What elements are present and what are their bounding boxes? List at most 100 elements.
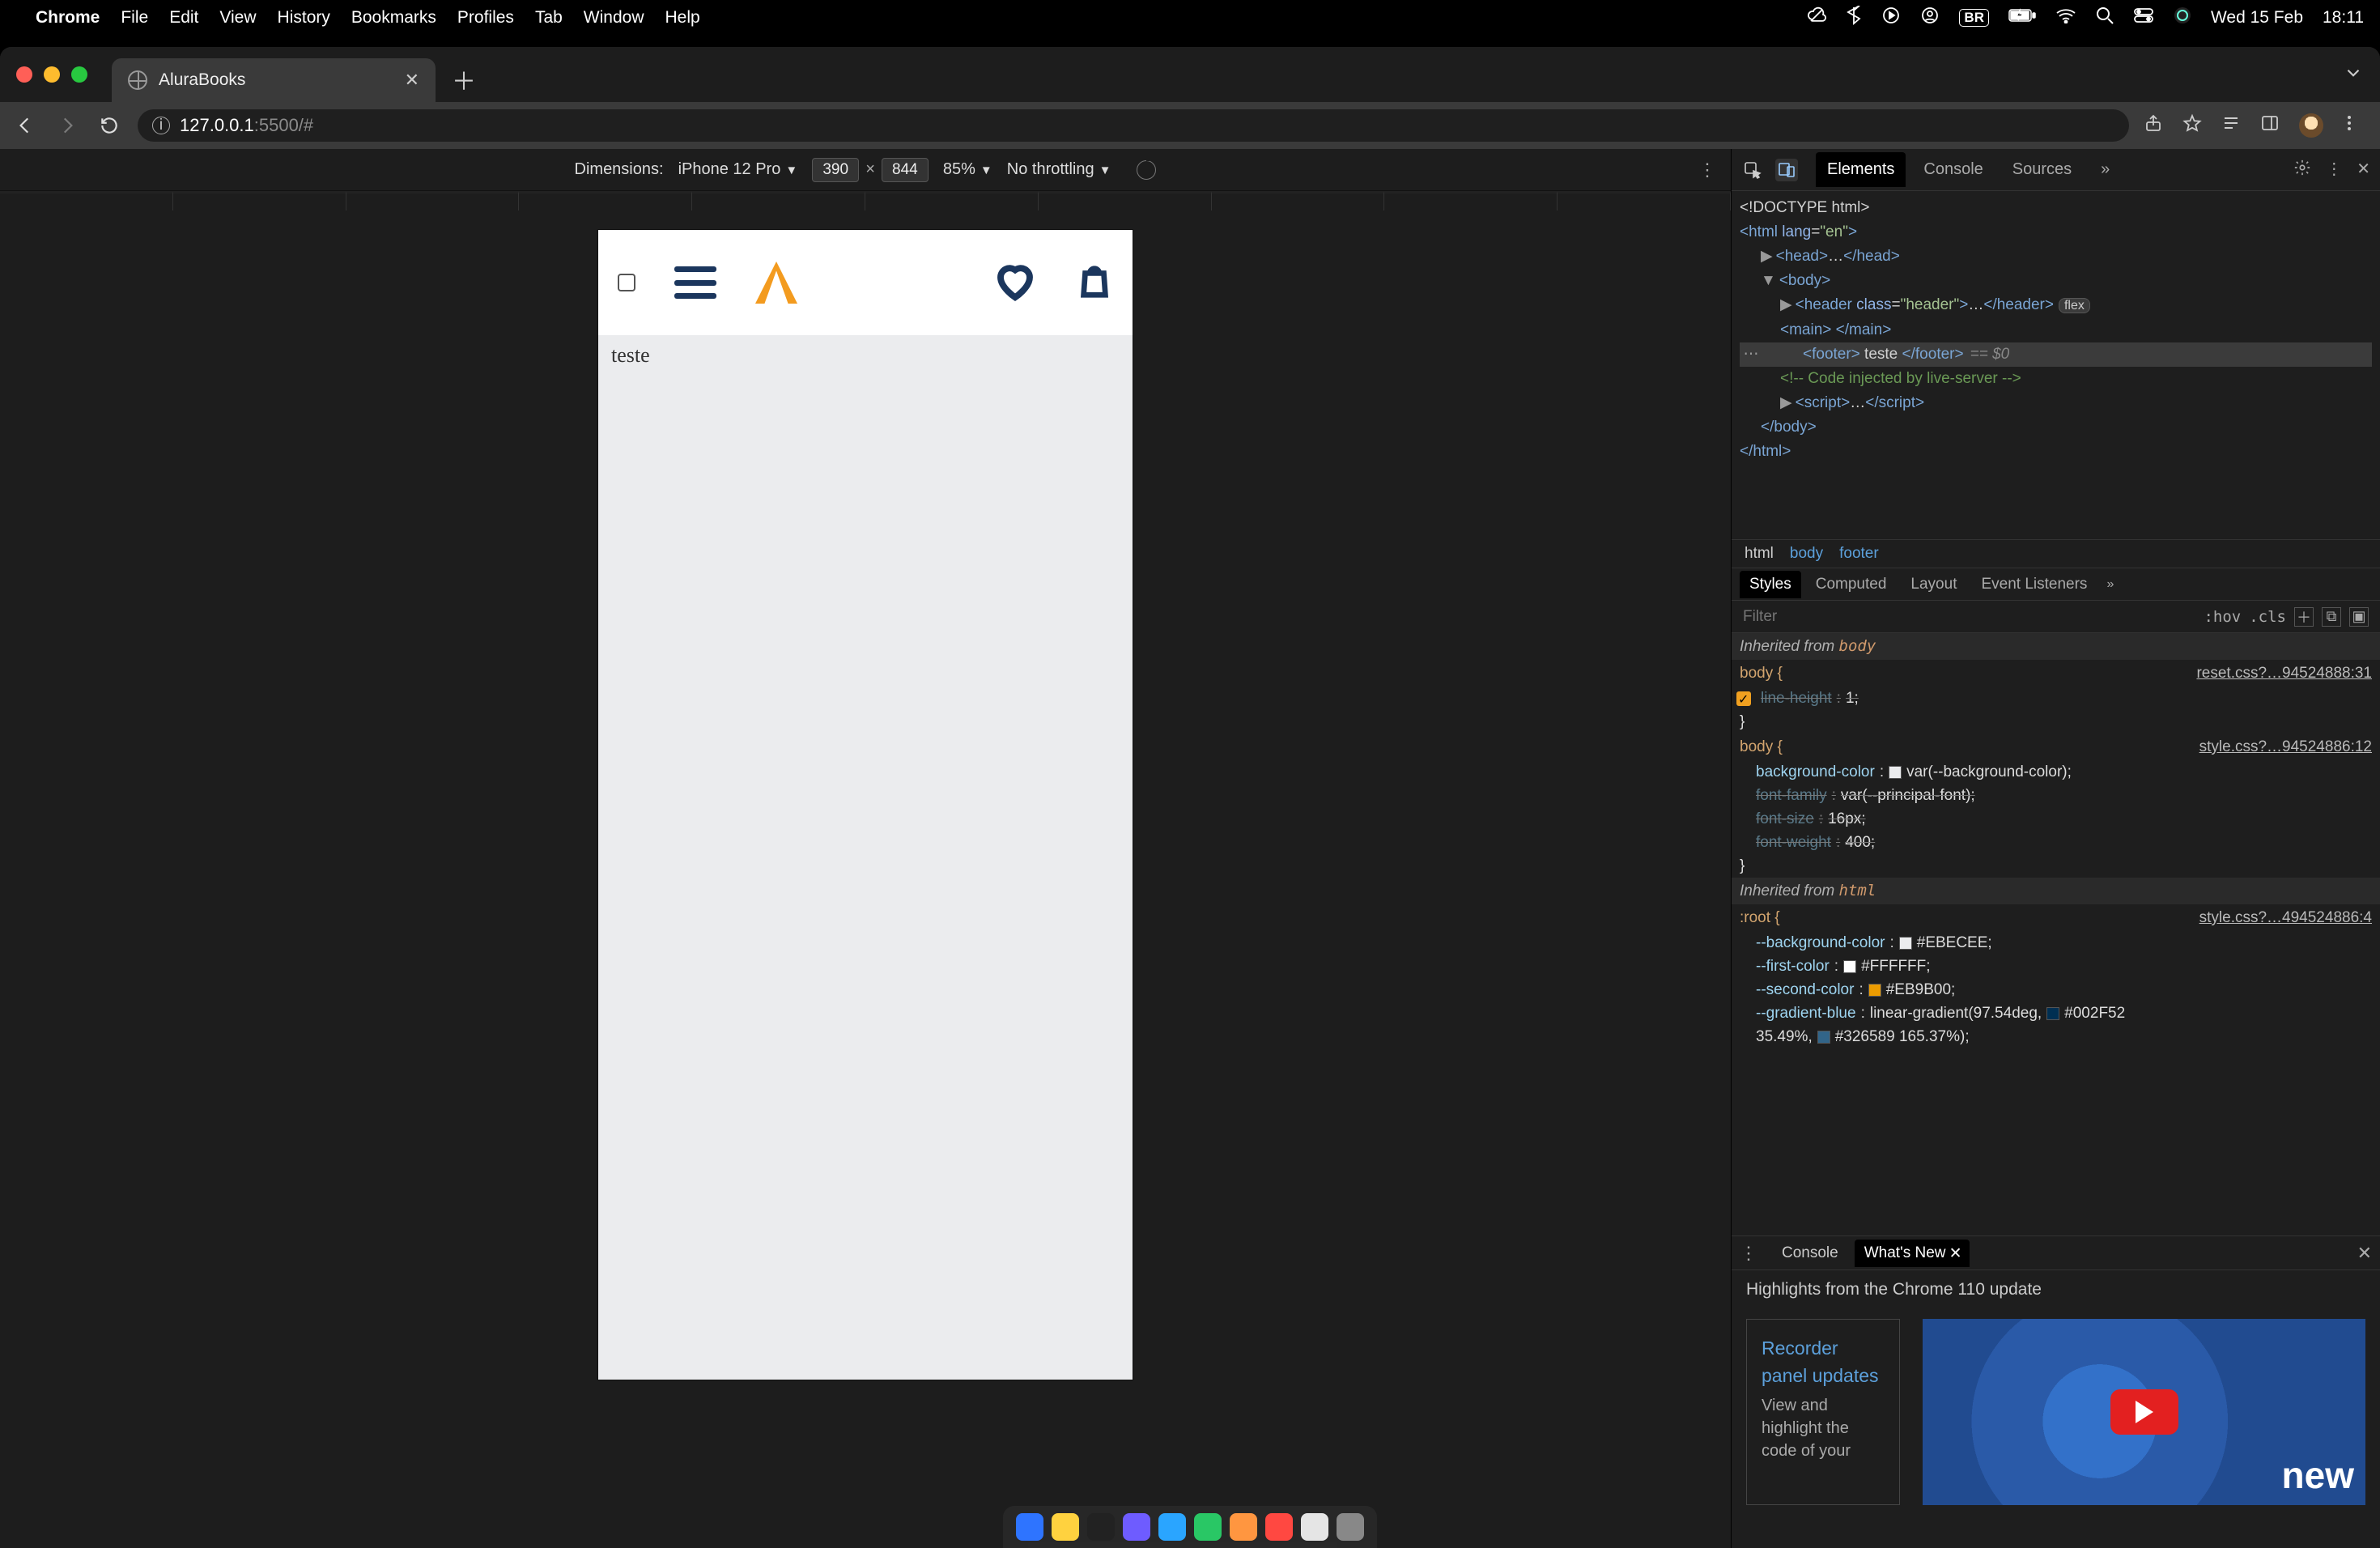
drawer-tab-whatsnew[interactable]: What's New✕ (1855, 1240, 1970, 1267)
styles-rules-pane[interactable]: Inherited from body body {reset.css?…945… (1732, 633, 2380, 1235)
menu-window[interactable]: Window (584, 8, 644, 28)
devtools-tab-elements[interactable]: Elements (1816, 152, 1906, 187)
header-checkbox[interactable] (618, 274, 635, 291)
menu-bookmarks[interactable]: Bookmarks (351, 8, 436, 28)
styles-filter-input[interactable] (1743, 608, 2195, 626)
styles-tab-eventlisteners[interactable]: Event Listeners (1971, 571, 2097, 598)
bluetooth-icon[interactable] (1846, 6, 1862, 30)
macos-dock[interactable] (1003, 1506, 1377, 1548)
source-link[interactable]: reset.css?…94524888:31 (2196, 661, 2372, 685)
logo-icon[interactable] (755, 262, 797, 304)
back-button[interactable] (11, 115, 39, 136)
side-panel-icon[interactable] (2260, 113, 2281, 134)
dock-app-music[interactable] (1265, 1513, 1293, 1541)
menu-tab[interactable]: Tab (535, 8, 563, 28)
drawer-tab-console[interactable]: Console (1772, 1240, 1848, 1267)
drawer-menu-icon[interactable]: ⋮ (1740, 1243, 1757, 1264)
new-tab-button[interactable]: ＋ (452, 62, 476, 97)
whatsnew-video[interactable]: new (1923, 1319, 2365, 1505)
source-link[interactable]: style.css?…494524886:4 (2199, 906, 2372, 929)
menubar-app-name[interactable]: Chrome (36, 8, 100, 28)
tabs-overflow-button[interactable] (2343, 62, 2364, 87)
crumb-body[interactable]: body (1790, 545, 1823, 563)
color-swatch[interactable] (1868, 984, 1881, 997)
styles-tab-computed[interactable]: Computed (1806, 571, 1897, 598)
color-swatch[interactable] (1899, 937, 1912, 950)
devtools-menu-icon[interactable]: ⋮ (2326, 159, 2342, 181)
hamburger-icon[interactable] (674, 266, 716, 299)
menu-profiles[interactable]: Profiles (457, 8, 514, 28)
dock-app-notes[interactable] (1301, 1513, 1328, 1541)
battery-icon[interactable] (2008, 8, 2036, 28)
menu-edit[interactable]: Edit (169, 8, 198, 28)
play-icon[interactable] (2110, 1389, 2178, 1435)
new-style-rule-button[interactable]: ＋ (2294, 607, 2314, 627)
tab-close-button[interactable]: ✕ (405, 70, 419, 91)
crumb-html[interactable]: html (1745, 545, 1774, 563)
styles-tabs-overflow[interactable]: » (2106, 577, 2114, 592)
property-toggle-checkbox[interactable] (1736, 691, 1751, 706)
share-icon[interactable] (2144, 113, 2165, 134)
siri-icon[interactable] (2174, 6, 2191, 29)
menu-history[interactable]: History (278, 8, 330, 28)
devtools-settings-icon[interactable] (2293, 159, 2311, 181)
devtools-tab-console[interactable]: Console (1912, 152, 1994, 187)
menu-file[interactable]: File (121, 8, 148, 28)
drawer-tab-close-icon[interactable]: ✕ (1949, 1244, 1962, 1263)
devtools-tabs-overflow[interactable]: » (2089, 152, 2121, 187)
dock-app-chrome[interactable] (1052, 1513, 1079, 1541)
menu-help[interactable]: Help (665, 8, 700, 28)
styles-tab-styles[interactable]: Styles (1740, 571, 1801, 598)
cls-toggle[interactable]: .cls (2249, 608, 2286, 626)
hov-toggle[interactable]: :hov (2204, 608, 2241, 626)
dock-app-trash[interactable] (1337, 1513, 1364, 1541)
site-info-icon[interactable]: i (152, 117, 170, 134)
rendering-sidebar-icon[interactable]: ▣ (2349, 607, 2369, 627)
inspect-element-icon[interactable] (1741, 159, 1764, 181)
input-source-badge[interactable]: BR (1959, 9, 1989, 27)
play-circle-icon[interactable] (1881, 6, 1901, 30)
devtools-close-icon[interactable]: ✕ (2357, 159, 2370, 181)
profile-avatar[interactable] (2299, 113, 2323, 138)
toggle-device-icon[interactable] (1775, 159, 1798, 181)
zoom-select[interactable]: 85%▼ (943, 160, 992, 179)
shopping-bag-icon[interactable] (1076, 262, 1113, 304)
drawer-close-icon[interactable]: ✕ (2357, 1243, 2372, 1264)
dom-breadcrumb[interactable]: html body footer (1732, 539, 2380, 568)
color-swatch[interactable] (1843, 960, 1856, 973)
control-center-icon[interactable] (2133, 7, 2154, 28)
address-bar[interactable]: i 127.0.0.1:5500/# (138, 109, 2129, 142)
throttling-select[interactable]: No throttling▼ (1007, 160, 1111, 179)
heart-icon[interactable] (993, 259, 1037, 307)
color-swatch[interactable] (1889, 766, 1902, 779)
devtools-tab-sources[interactable]: Sources (2001, 152, 2083, 187)
browser-tab[interactable]: AluraBooks ✕ (112, 58, 436, 102)
color-swatch[interactable] (1817, 1031, 1830, 1044)
dock-app-vscode[interactable] (1158, 1513, 1186, 1541)
window-close-button[interactable] (16, 66, 32, 83)
dock-app-finder[interactable] (1016, 1513, 1043, 1541)
dock-app-figma[interactable] (1123, 1513, 1150, 1541)
device-toolbar-menu-icon[interactable]: ⋮ (1698, 159, 1716, 181)
user-circle-icon[interactable] (1920, 6, 1940, 30)
forward-button[interactable] (53, 115, 81, 136)
dom-selected-node[interactable]: ⋯<footer> teste </footer>== $0 (1740, 342, 2372, 367)
crumb-footer[interactable]: footer (1839, 545, 1879, 563)
device-select[interactable]: iPhone 12 Pro▼ (678, 160, 798, 179)
menubar-time[interactable]: 18:11 (2323, 8, 2364, 28)
dock-app-mail[interactable] (1230, 1513, 1257, 1541)
dock-app-whatsapp[interactable] (1194, 1513, 1222, 1541)
menubar-date[interactable]: Wed 15 Feb (2211, 8, 2303, 28)
cloud-icon[interactable] (1807, 6, 1826, 30)
window-traffic-lights[interactable] (16, 66, 87, 83)
device-height-input[interactable] (882, 158, 929, 182)
bookmark-star-icon[interactable] (2182, 113, 2204, 134)
wifi-icon[interactable] (2055, 7, 2076, 28)
color-swatch[interactable] (2046, 1007, 2059, 1020)
chrome-menu-icon[interactable] (2341, 113, 2362, 134)
reload-button[interactable] (96, 115, 123, 136)
window-minimize-button[interactable] (44, 66, 60, 83)
device-frame[interactable]: teste (598, 230, 1133, 1380)
menu-view[interactable]: View (219, 8, 256, 28)
rotate-icon[interactable] (1137, 160, 1156, 180)
